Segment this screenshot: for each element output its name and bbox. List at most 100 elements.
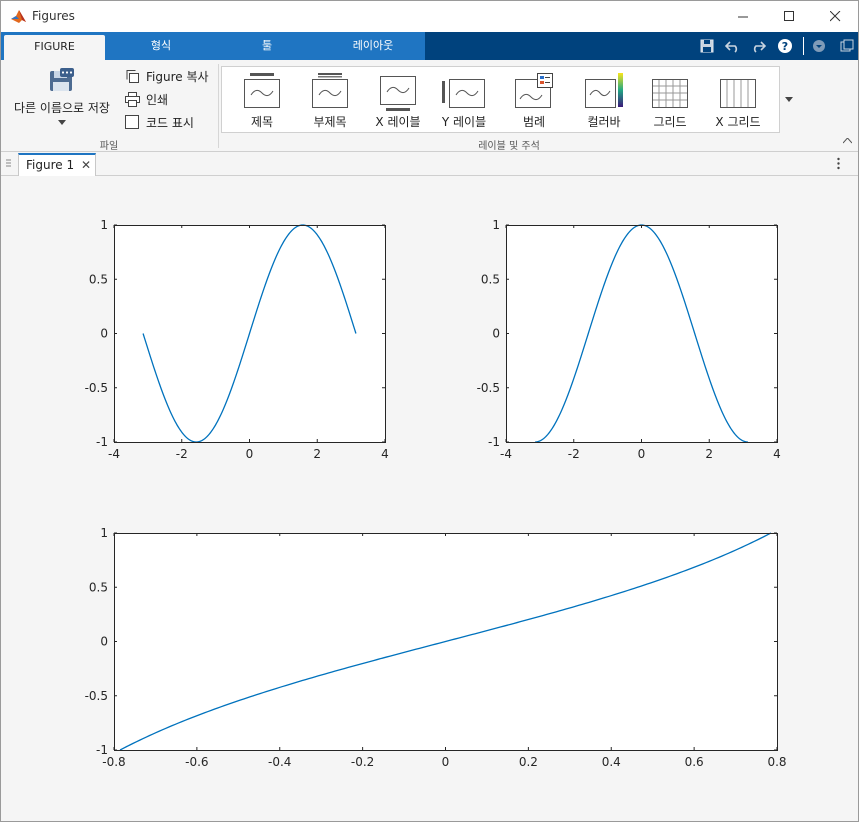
axes-3[interactable]: -0.8 -0.6 -0.4 -0.2 0 0.2 0.4 0.6 0.8 -1 -0.5 0 0.5 1 [85, 526, 787, 769]
x-tick-label: -2 [568, 447, 580, 461]
tab-layout[interactable]: 레이아웃 [323, 32, 423, 60]
colorbar-icon [585, 73, 623, 108]
xgrid-button[interactable]: X 그리드 [698, 67, 778, 132]
grid-icon [652, 79, 688, 108]
more-options-button[interactable] [837, 157, 840, 173]
close-window-button[interactable] [812, 1, 858, 32]
x-tick-label: -0.4 [268, 755, 291, 769]
x-tick-label: 0.2 [519, 755, 538, 769]
y-tick-label: -1 [488, 435, 500, 449]
drag-handle-icon[interactable] [6, 158, 11, 173]
subtitle-icon [312, 73, 348, 108]
plot-area [506, 225, 777, 442]
x-tick-label: 0.4 [602, 755, 621, 769]
y-tick-label: 0.5 [89, 580, 108, 594]
copy-figure-label: Figure 복사 [146, 70, 209, 84]
y-tick-label: 0 [100, 635, 108, 649]
figure-plots: -4 -2 0 2 4-1-0.500.51-4 -2 0 2 4-1-0.500.51-0.8… [85, 218, 787, 769]
tab-figure[interactable]: FIGURE [4, 35, 105, 60]
redo-button[interactable] [746, 32, 770, 60]
figures-window: Figures FIGURE 형식 툴 레이아웃 ? 다른 이름으로 저장 Fi… [0, 0, 859, 822]
xgrid-icon [720, 79, 756, 108]
x-tick-label: 4 [381, 447, 389, 461]
help-button[interactable]: ? [773, 32, 797, 60]
y-tick-label: -0.5 [85, 381, 108, 395]
x-tick-label: 2 [313, 447, 321, 461]
x-tick-label: 4 [773, 447, 781, 461]
x-tick-label: -0.2 [351, 755, 374, 769]
xgrid-label: X 그리드 [715, 115, 761, 129]
y-tick-label: 1 [100, 526, 108, 540]
dropdown-circle-icon [813, 40, 825, 52]
tab-tools[interactable]: 툴 [217, 32, 317, 60]
ylabel-label: Y 레이블 [441, 115, 487, 129]
axes-2[interactable]: -4 -2 0 2 4 -1 -0.5 0 0.5 1 [477, 218, 781, 461]
floppy-save-icon [50, 68, 74, 91]
minimize-button[interactable] [720, 1, 766, 32]
save-as-label: 다른 이름으로 저장 [14, 101, 110, 115]
redo-icon [753, 41, 766, 53]
tab-format[interactable]: 형식 [111, 32, 211, 60]
save-icon [700, 39, 714, 53]
undock-button[interactable] [835, 32, 858, 60]
y-tick-label: 0.5 [481, 272, 500, 286]
maximize-button[interactable] [766, 1, 812, 32]
x-tick-label: 0 [442, 755, 450, 769]
maximize-icon [783, 11, 794, 21]
x-tick-label: 0.8 [767, 755, 786, 769]
undo-button[interactable] [721, 32, 745, 60]
quick-save-button[interactable] [695, 32, 719, 60]
x-tick-label: -0.6 [185, 755, 208, 769]
copy-figure-button[interactable]: Figure 복사 [125, 68, 209, 85]
svg-text:?: ? [782, 40, 788, 53]
y-tick-label: 1 [492, 218, 500, 232]
ribbon-tab-strip: FIGURE 형식 툴 레이아웃 ? [1, 32, 858, 60]
y-tick-label: -0.5 [85, 689, 108, 703]
tab-figure-1[interactable]: Figure 1 ✕ [18, 153, 96, 176]
save-as-button[interactable]: 다른 이름으로 저장 [7, 68, 117, 130]
y-tick-label: 0 [100, 327, 108, 341]
x-tick-label: -2 [176, 447, 188, 461]
x-tick-label: 0.6 [685, 755, 704, 769]
file-group-label: 파일 [99, 141, 119, 152]
ylabel-icon [442, 79, 485, 108]
legend-label: 범례 [522, 115, 546, 129]
collapse-ribbon-button[interactable] [842, 133, 853, 147]
close-tab-icon[interactable]: ✕ [81, 155, 91, 175]
legend-icon [515, 73, 553, 108]
printer-icon [125, 92, 140, 107]
y-tick-label: -1 [96, 435, 108, 449]
title-icon [244, 73, 280, 108]
axes-1[interactable]: -4 -2 0 2 4 -1 -0.5 0 0.5 1 [85, 218, 389, 461]
close-icon [829, 11, 840, 22]
x-tick-label: -0.8 [102, 755, 125, 769]
print-button[interactable]: 인쇄 [125, 91, 168, 108]
chevron-up-icon [842, 137, 853, 144]
x-tick-label: -4 [500, 447, 512, 461]
title-bar: Figures [1, 1, 858, 32]
x-tick-label: 0 [246, 447, 254, 461]
labels-group-label: 레이블 및 주석 [478, 141, 540, 152]
checkbox-icon [125, 115, 139, 129]
minimize-icon [737, 16, 748, 18]
legend-button[interactable]: 범례 [494, 67, 574, 132]
xlabel-icon [380, 76, 416, 111]
undo-icon [725, 41, 738, 53]
show-code-checkbox[interactable]: 코드 표시 [125, 114, 194, 131]
figure-tab-label: Figure 1 [26, 158, 75, 172]
gallery-more-button[interactable] [779, 66, 797, 133]
labels-gallery: 제목 부제목 X 레이블 Y 레이블 범례 컬러바 그리드 X 그리드 [221, 66, 797, 133]
ribbon-toolbar: 다른 이름으로 저장 Figure 복사 인쇄 코드 표시 파일 제목 부제목 … [1, 60, 858, 152]
y-tick-label: -1 [96, 743, 108, 757]
x-tick-label: 0 [638, 447, 646, 461]
document-tab-row: Figure 1 ✕ [1, 153, 858, 176]
figure-canvas[interactable]: -4 -2 0 2 4 -1 -0.5 0 0.5 1 -4 -2 0 2 4 -1 -0.5 0 0.5 1 -0.8… [1, 177, 858, 821]
ylabel-button[interactable]: Y 레이블 [424, 67, 504, 132]
chevron-down-icon [58, 120, 66, 125]
chevron-down-icon [784, 97, 793, 102]
x-tick-label: -4 [108, 447, 120, 461]
print-label: 인쇄 [146, 93, 169, 107]
quick-access-menu-button[interactable] [807, 32, 831, 60]
y-tick-label: -0.5 [477, 381, 500, 395]
undock-icon [840, 39, 854, 52]
